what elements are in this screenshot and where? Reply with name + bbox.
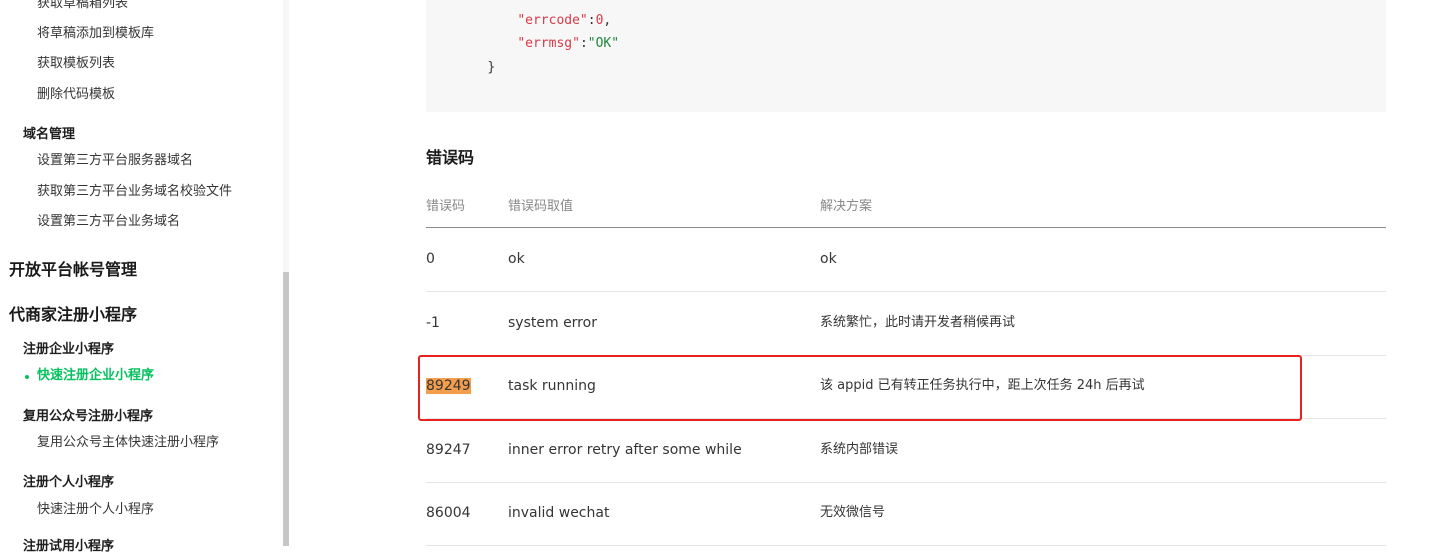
sidebar-item-get-template-list[interactable]: 获取模板列表 bbox=[37, 55, 115, 73]
header-code: 错误码 bbox=[426, 199, 466, 214]
cell-solution: ok bbox=[820, 251, 837, 267]
sidebar-group-domain: 域名管理 bbox=[23, 127, 76, 142]
sidebar-item-reuse-register[interactable]: 复用公众号主体快速注册小程序 bbox=[37, 434, 219, 452]
sidebar-section-account[interactable]: 开放平台帐号管理 bbox=[9, 259, 137, 281]
sidebar-group-reuse: 复用公众号注册小程序 bbox=[23, 409, 154, 424]
code-sample: "errcode":0, "errmsg":"OK" } bbox=[426, 0, 1386, 112]
sidebar-item-fast-register-personal[interactable]: 快速注册个人小程序 bbox=[37, 501, 154, 519]
sidebar-item-fast-register-enterprise[interactable]: 快速注册企业小程序 bbox=[37, 367, 154, 385]
cell-solution: 系统内部错误 bbox=[820, 442, 899, 457]
code-close-brace: } bbox=[487, 60, 496, 75]
sidebar-item-add-draft-to-template[interactable]: 将草稿添加到模板库 bbox=[37, 25, 154, 43]
cell-value: ok bbox=[508, 251, 525, 267]
header-solution: 解决方案 bbox=[820, 199, 873, 214]
sidebar-section-register[interactable]: 代商家注册小程序 bbox=[9, 304, 137, 326]
table-row: -1 system error 系统繁忙，此时请开发者稍候再试 bbox=[426, 292, 1386, 356]
cell-code: -1 bbox=[426, 315, 440, 331]
sidebar-nav: 获取草稿箱列表 将草稿添加到模板库 获取模板列表 删除代码模板 域名管理 设置第… bbox=[0, 0, 290, 554]
code-errmsg-value: "OK" bbox=[587, 36, 620, 51]
error-code-heading: 错误码 bbox=[426, 148, 475, 167]
cell-value: invalid wechat bbox=[508, 505, 610, 521]
sidebar-group-enterprise: 注册企业小程序 bbox=[23, 342, 115, 357]
sidebar-scrollbar[interactable] bbox=[283, 272, 289, 546]
sidebar-item-delete-template[interactable]: 删除代码模板 bbox=[37, 86, 115, 104]
active-dot-icon bbox=[25, 375, 29, 379]
annotation-highlight-box bbox=[418, 355, 1302, 421]
table-row: 0 ok ok bbox=[426, 228, 1386, 292]
sidebar-group-personal: 注册个人小程序 bbox=[23, 475, 115, 490]
table-row: 86004 invalid wechat 无效微信号 bbox=[426, 482, 1386, 546]
cell-value: inner error retry after some while bbox=[508, 442, 742, 458]
sidebar-item-set-server-domain[interactable]: 设置第三方平台服务器域名 bbox=[37, 152, 193, 170]
sidebar-group-trial: 注册试用小程序 bbox=[23, 539, 115, 554]
sidebar-item-set-business-domain[interactable]: 设置第三方平台业务域名 bbox=[37, 213, 180, 231]
code-errmsg-key: "errmsg" bbox=[517, 36, 580, 51]
cell-solution: 无效微信号 bbox=[820, 505, 886, 520]
cell-value: system error bbox=[508, 315, 597, 331]
sidebar-scroll-track[interactable] bbox=[283, 0, 289, 272]
sidebar-item-get-domain-verify-file[interactable]: 获取第三方平台业务域名校验文件 bbox=[37, 183, 232, 201]
sidebar-item-get-drafts[interactable]: 获取草稿箱列表 bbox=[37, 0, 128, 13]
cell-code: 86004 bbox=[426, 505, 471, 521]
header-value: 错误码取值 bbox=[508, 199, 574, 214]
cell-code: 0 bbox=[426, 251, 435, 267]
table-row: 89247 inner error retry after some while… bbox=[426, 419, 1386, 483]
cell-solution: 系统繁忙，此时请开发者稍候再试 bbox=[820, 315, 1016, 330]
cell-code: 89247 bbox=[426, 442, 471, 458]
